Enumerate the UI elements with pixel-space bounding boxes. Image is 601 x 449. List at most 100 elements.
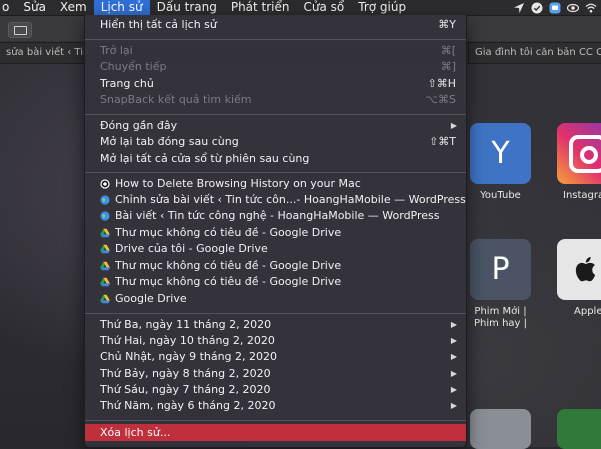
- menu-item-home[interactable]: Trang chủ ⇧⌘H: [85, 76, 466, 92]
- history-day-item[interactable]: Thứ Bảy, ngày 8 tháng 2, 2020 ▶: [85, 366, 466, 382]
- globe-icon: [100, 211, 110, 221]
- apple-logo-icon: [575, 256, 596, 282]
- reopen-last-tab-shortcut: ⇧⌘T: [429, 135, 456, 148]
- back-label: Trở lại: [100, 44, 133, 57]
- check-circle-icon[interactable]: [531, 2, 543, 14]
- menu-item-reopen-windows[interactable]: Mở lại tất cả cửa sổ từ phiên sau cùng: [85, 151, 466, 167]
- history-day-label: Thứ Năm, ngày 6 tháng 2, 2020: [100, 399, 276, 412]
- history-day-item[interactable]: Thứ Hai, ngày 10 tháng 2, 2020 ▶: [85, 333, 466, 349]
- tab-wordpress-edit[interactable]: sửa bài viết ‹ Tin tức: [0, 43, 89, 63]
- menu-edit[interactable]: Sửa: [16, 0, 53, 15]
- tab-google-drive[interactable]: Gia đình tôi căn bản CC C1...: [468, 43, 601, 63]
- history-day-label: Chủ Nhật, ngày 9 tháng 2, 2020: [100, 350, 278, 363]
- forward-label: Chuyển tiếp: [100, 60, 167, 73]
- menu-file[interactable]: o: [0, 0, 16, 15]
- menu-separator: [85, 420, 466, 421]
- menu-item-clear-history[interactable]: Xóa lịch sử...: [85, 424, 466, 441]
- forward-shortcut: ⌘]: [440, 60, 456, 73]
- history-item[interactable]: Chỉnh sửa bài viết ‹ Tin tức côn...- Hoa…: [85, 192, 466, 208]
- submenu-arrow-icon: ▶: [450, 401, 457, 410]
- circle-site-icon: [100, 179, 110, 189]
- history-day-label: Thứ Hai, ngày 10 tháng 2, 2020: [100, 334, 275, 347]
- youtube-label: YouTube: [480, 190, 521, 201]
- partial-tile-phonearena[interactable]: [470, 409, 531, 449]
- menu-bar: o Sửa Xem Lịch sử Dấu trang Phát triển C…: [0, 0, 601, 16]
- status-area: [513, 0, 597, 15]
- menu-separator: [85, 313, 466, 314]
- instagram-icon[interactable]: [557, 123, 601, 184]
- menu-item-reopen-last-tab[interactable]: Mở lại tab đóng sau cùng ⇧⌘T: [85, 134, 466, 150]
- back-shortcut: ⌘[: [440, 44, 456, 57]
- home-shortcut: ⇧⌘H: [427, 77, 457, 90]
- history-day-item[interactable]: Thứ Sáu, ngày 7 tháng 2, 2020 ▶: [85, 382, 466, 398]
- snapback-shortcut: ⌥⌘S: [425, 93, 456, 106]
- sidebar-toggle-button[interactable]: [8, 22, 32, 38]
- submenu-arrow-icon: ▶: [450, 385, 457, 394]
- menu-separator: [85, 114, 466, 115]
- google-drive-icon: [100, 277, 110, 287]
- history-day-label: Thứ Bảy, ngày 8 tháng 2, 2020: [100, 367, 271, 380]
- history-item[interactable]: Thư mục không có tiêu đề - Google Drive: [85, 274, 466, 290]
- partial-tile-green[interactable]: [557, 409, 601, 449]
- youtube-tile[interactable]: Y: [470, 123, 531, 184]
- apple-label: Apple: [574, 306, 601, 317]
- submenu-arrow-icon: ▶: [450, 320, 457, 329]
- history-item[interactable]: How to Delete Browsing History on your M…: [85, 176, 466, 192]
- history-item[interactable]: Drive của tôi - Google Drive: [85, 241, 466, 257]
- history-day-item[interactable]: Chủ Nhật, ngày 9 tháng 2, 2020 ▶: [85, 349, 466, 365]
- show-all-history-shortcut: ⌘Y: [438, 18, 456, 31]
- menu-separator: [85, 39, 466, 40]
- phimmoi-label: Phim Mới |: [474, 306, 527, 317]
- history-day-label: Thứ Sáu, ngày 7 tháng 2, 2020: [100, 383, 271, 396]
- globe-icon: [100, 195, 110, 205]
- history-item[interactable]: Google Drive: [85, 291, 466, 307]
- history-item-label: Thư mục không có tiêu đề - Google Drive: [115, 259, 342, 272]
- history-item-label: Thư mục không có tiêu đề - Google Drive: [115, 275, 342, 288]
- phimmoi-tile-letter: P: [491, 252, 510, 287]
- menu-separator: [85, 172, 466, 173]
- history-item[interactable]: Bài viết ‹ Tin tức công nghệ - HoangHaMo…: [85, 208, 466, 224]
- google-drive-icon: [100, 228, 110, 238]
- menu-item-snapback: SnapBack kết quả tìm kiếm ⌥⌘S: [85, 92, 466, 108]
- history-item-label: Bài viết ‹ Tin tức công nghệ - HoangHaMo…: [115, 209, 440, 222]
- history-menu: Hiển thị tất cả lịch sử ⌘Y Trở lại ⌘[ Ch…: [84, 15, 467, 448]
- submenu-arrow-icon: ▶: [450, 121, 457, 130]
- reopen-windows-label: Mở lại tất cả cửa sổ từ phiên sau cùng: [100, 152, 310, 165]
- snapback-label: SnapBack kết quả tìm kiếm: [100, 93, 252, 106]
- menu-view[interactable]: Xem: [53, 0, 94, 15]
- submenu-arrow-icon: ▶: [450, 336, 457, 345]
- menu-window[interactable]: Cửa sổ: [297, 0, 352, 15]
- google-drive-icon: [100, 244, 110, 254]
- history-item-label: Google Drive: [115, 292, 187, 305]
- history-item-label: Drive của tôi - Google Drive: [115, 242, 268, 255]
- history-item-label: How to Delete Browsing History on your M…: [115, 177, 361, 190]
- menu-item-back: Trở lại ⌘[: [85, 43, 466, 59]
- history-day-item[interactable]: Thứ Năm, ngày 6 tháng 2, 2020 ▶: [85, 398, 466, 414]
- phimmoi-tile[interactable]: P: [470, 239, 531, 300]
- menu-history[interactable]: Lịch sử: [93, 0, 150, 15]
- history-day-label: Thứ Ba, ngày 11 tháng 2, 2020: [100, 318, 272, 331]
- eye-icon[interactable]: [567, 2, 579, 14]
- menu-help[interactable]: Trợ giúp: [351, 0, 413, 15]
- menu-item-forward: Chuyển tiếp ⌘]: [85, 59, 466, 75]
- menu-develop[interactable]: Phát triển: [224, 0, 297, 15]
- youtube-tile-letter: Y: [491, 136, 510, 171]
- history-item-label: Thư mục không có tiêu đề - Google Drive: [115, 226, 342, 239]
- google-drive-icon: [100, 261, 110, 271]
- location-arrow-icon[interactable]: [513, 2, 525, 14]
- recently-closed-label: Đóng gần đây: [100, 119, 178, 132]
- home-label: Trang chủ: [100, 77, 154, 90]
- history-day-item[interactable]: Thứ Ba, ngày 11 tháng 2, 2020 ▶: [85, 317, 466, 333]
- show-all-history-label: Hiển thị tất cả lịch sử: [100, 18, 217, 31]
- menu-item-show-all-history[interactable]: Hiển thị tất cả lịch sử ⌘Y: [85, 17, 466, 33]
- history-item-label: Chỉnh sửa bài viết ‹ Tin tức côn...- Hoa…: [115, 193, 466, 206]
- wifi-icon[interactable]: [585, 2, 597, 14]
- message-icon[interactable]: [549, 2, 561, 14]
- phimmoi-label-line2: Phim hay |: [474, 318, 527, 329]
- history-item[interactable]: Thư mục không có tiêu đề - Google Drive: [85, 225, 466, 241]
- menu-bookmarks[interactable]: Dấu trang: [150, 0, 224, 15]
- clear-history-label: Xóa lịch sử...: [100, 426, 171, 439]
- apple-icon[interactable]: [557, 239, 601, 300]
- menu-item-recently-closed[interactable]: Đóng gần đây ▶: [85, 118, 466, 134]
- history-item[interactable]: Thư mục không có tiêu đề - Google Drive: [85, 258, 466, 274]
